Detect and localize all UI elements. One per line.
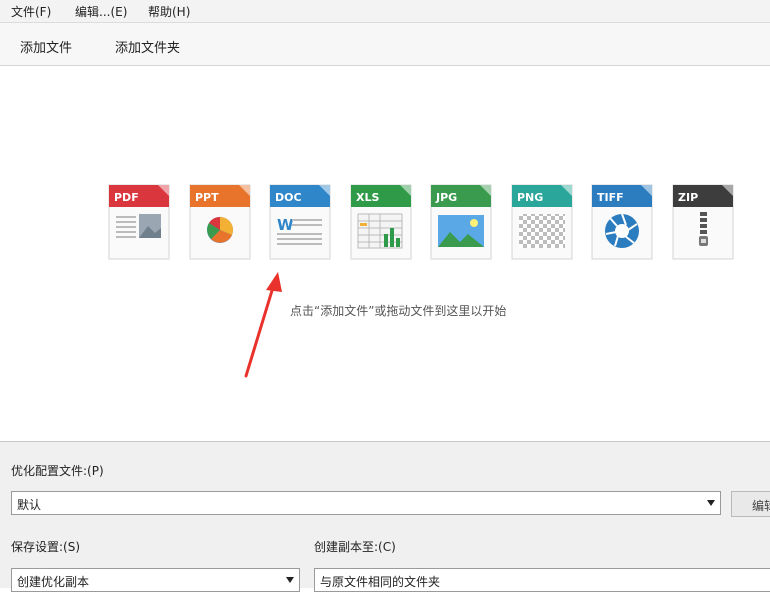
file-type-label: XLS <box>356 191 379 204</box>
copy-to-select[interactable]: 与原文件相同的文件夹 <box>314 568 770 592</box>
profile-label: 优化配置文件:(P) <box>11 464 104 478</box>
menu-file[interactable]: 文件(F) <box>11 3 51 20</box>
save-settings-value: 创建优化副本 <box>17 575 90 589</box>
file-type-tiff-icon: TIFF <box>591 184 653 260</box>
edit-profile-label: 编辑 <box>752 499 770 513</box>
file-type-label: JPG <box>435 191 457 204</box>
file-type-jpg-icon: JPG <box>430 184 492 260</box>
file-type-label: DOC <box>275 191 302 204</box>
arrow-annotation-icon <box>244 272 282 378</box>
file-type-label: ZIP <box>678 191 698 204</box>
menu-help[interactable]: 帮助(H) <box>148 3 190 20</box>
svg-text:W: W <box>277 216 294 234</box>
add-file-button[interactable]: 添加文件 <box>20 37 72 56</box>
file-type-doc-icon: DOC W <box>269 184 331 260</box>
drop-hint: 点击“添加文件”或拖动文件到这里以开始 <box>290 304 507 318</box>
profile-select[interactable]: 默认 <box>11 491 721 515</box>
chevron-down-icon <box>286 577 294 583</box>
toolbar: 添加文件 添加文件夹 <box>0 23 770 66</box>
save-settings-label: 保存设置:(S) <box>11 540 81 554</box>
edit-profile-button[interactable]: 编辑 <box>731 491 770 517</box>
file-type-label: PPT <box>195 191 219 204</box>
file-type-xls-icon: XLS <box>350 184 411 260</box>
menu-bar: 文件(F) 编辑...(E) 帮助(H) <box>0 0 770 22</box>
file-type-zip-icon: ZIP <box>672 184 733 260</box>
file-type-label: PNG <box>517 191 543 204</box>
file-type-png-icon: PNG <box>511 184 572 260</box>
chevron-down-icon <box>707 500 715 506</box>
copy-to-value: 与原文件相同的文件夹 <box>320 575 441 589</box>
profile-value: 默认 <box>17 498 42 512</box>
file-type-ppt-icon: PPT <box>189 184 250 260</box>
file-type-pdf-icon: PDF <box>108 184 170 260</box>
save-settings-select[interactable]: 创建优化副本 <box>11 568 300 592</box>
copy-to-label: 创建副本至:(C) <box>314 540 396 554</box>
add-folder-button[interactable]: 添加文件夹 <box>115 37 180 56</box>
file-type-label: PDF <box>114 191 139 204</box>
menu-edit[interactable]: 编辑...(E) <box>75 3 127 20</box>
file-type-label: TIFF <box>597 191 624 204</box>
